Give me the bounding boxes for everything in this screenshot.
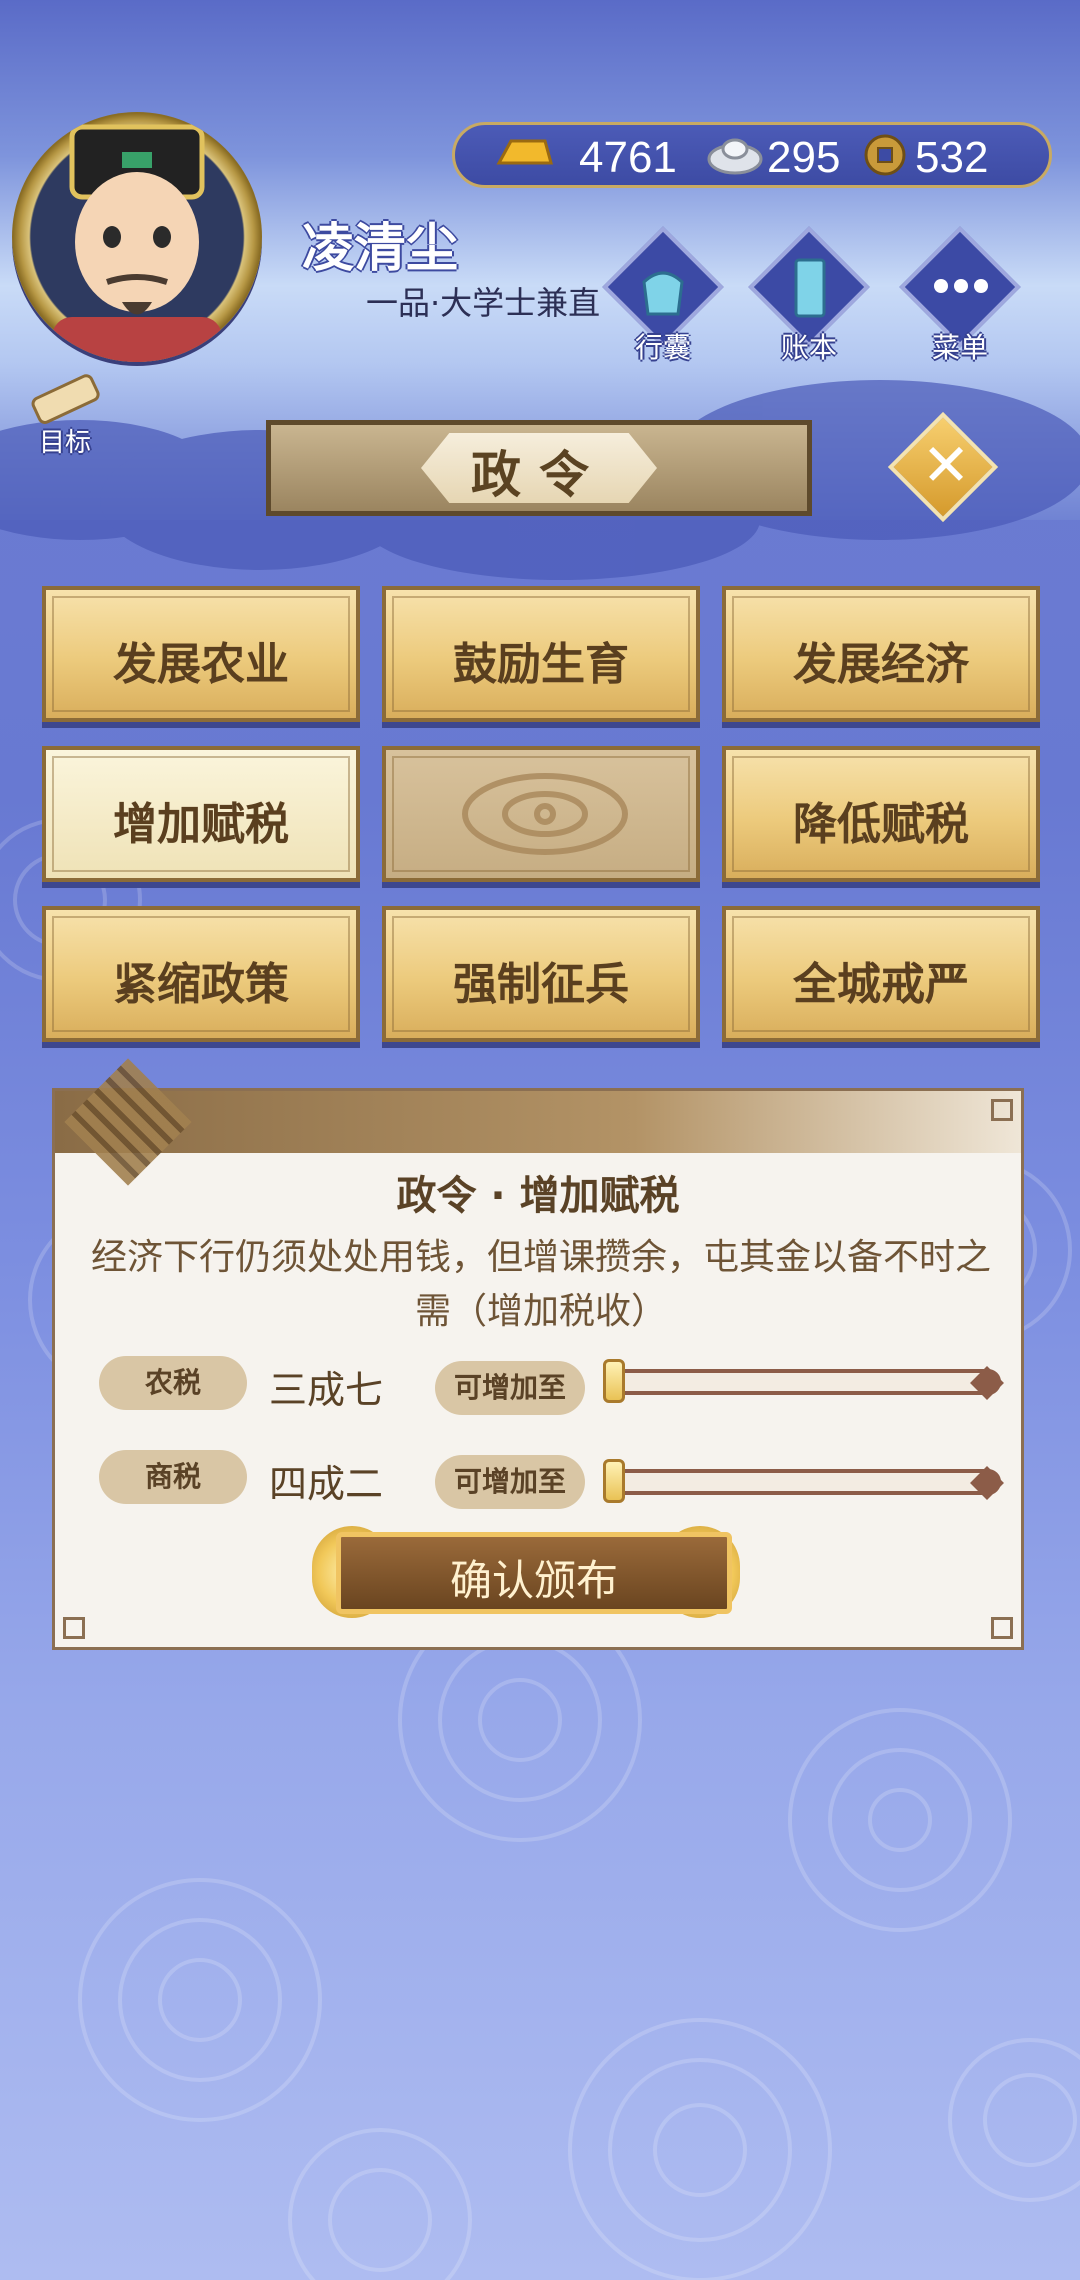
silver-ingot-icon [707, 138, 763, 175]
bag-icon [642, 271, 684, 316]
player-avatar[interactable] [12, 112, 262, 362]
player-rank: 一品·大学士兼直 [366, 284, 601, 322]
policy-encourage-birth[interactable]: 鼓励生育 [382, 586, 700, 722]
ledger-book-icon [794, 258, 826, 318]
title-banner: 政令 [266, 420, 812, 516]
commerce-tax-slider-handle[interactable] [603, 1459, 625, 1503]
commerce-tax-slider[interactable] [611, 1469, 1001, 1495]
bag-button[interactable]: 行囊 [598, 226, 728, 378]
policy-conscription[interactable]: 强制征兵 [382, 906, 700, 1042]
corner-ornament [63, 1617, 85, 1639]
agri-increase-label: 可增加至 [435, 1361, 585, 1415]
scroll-icon [31, 374, 100, 424]
policy-label: 降低赋税 [793, 799, 969, 850]
gold-count: 4761 [579, 133, 677, 182]
policy-develop-agriculture[interactable]: 发展农业 [42, 586, 360, 722]
policy-label: 全城戒严 [793, 959, 969, 1010]
bag-label: 行囊 [634, 331, 691, 364]
policy-label: 发展农业 [113, 639, 289, 690]
corner-ornament [991, 1617, 1013, 1639]
agri-tax-slider-handle[interactable] [603, 1359, 625, 1403]
policy-lower-tax[interactable]: 降低赋税 [722, 746, 1040, 882]
page-title: 政令 [471, 446, 607, 504]
official-portrait-icon [52, 124, 222, 362]
menu-label: 菜单 [931, 331, 988, 364]
goal-label: 目标 [38, 428, 91, 458]
coin-count: 532 [915, 133, 989, 182]
policy-label: 紧缩政策 [113, 959, 289, 1010]
corner-ornament [991, 1099, 1013, 1121]
copper-coin-icon [864, 134, 906, 176]
policy-label: 鼓励生育 [453, 639, 629, 690]
silver-count: 295 [767, 133, 841, 182]
detail-title: 政令 · 增加赋税 [396, 1173, 680, 1219]
policy-label: 强制征兵 [453, 959, 629, 1010]
commerce-increase-label: 可增加至 [435, 1455, 585, 1509]
commerce-tax-value: 四成二 [269, 1462, 384, 1506]
goal-button[interactable]: 目标 [16, 372, 114, 462]
detail-description: 经济下行仍须处处用钱，但增课攒余，屯其金以备不时之需（增加税收） [90, 1237, 991, 1332]
policy-martial-law[interactable]: 全城戒严 [722, 906, 1040, 1042]
ledger-button[interactable]: 账本 [744, 226, 874, 378]
panel-header-band [55, 1091, 1021, 1153]
agri-tax-label: 农税 [99, 1356, 247, 1410]
cloud-ornament-icon [462, 773, 628, 855]
confirm-label: 确认颁布 [449, 1556, 618, 1605]
menu-button[interactable]: 菜单 [895, 226, 1025, 378]
policy-austerity[interactable]: 紧缩政策 [42, 906, 360, 1042]
ledger-label: 账本 [780, 331, 837, 364]
policy-label: 发展经济 [793, 639, 969, 690]
gold-ingot-icon [496, 139, 553, 165]
policy-empty-slot [382, 746, 700, 882]
more-dots-icon [934, 279, 988, 293]
policy-label: 增加赋税 [113, 799, 289, 850]
resource-bar: 4761 295 532 [452, 122, 1052, 188]
commerce-tax-label: 商税 [99, 1450, 247, 1504]
close-icon: ✕ [921, 431, 971, 499]
policy-increase-tax[interactable]: 增加赋税 [42, 746, 360, 882]
confirm-issue-button[interactable]: 确认颁布 [336, 1532, 732, 1614]
policy-develop-economy[interactable]: 发展经济 [722, 586, 1040, 722]
player-name: 凌清尘 [302, 219, 459, 279]
agri-tax-slider[interactable] [611, 1369, 1001, 1395]
agri-tax-value: 三成七 [269, 1368, 384, 1412]
